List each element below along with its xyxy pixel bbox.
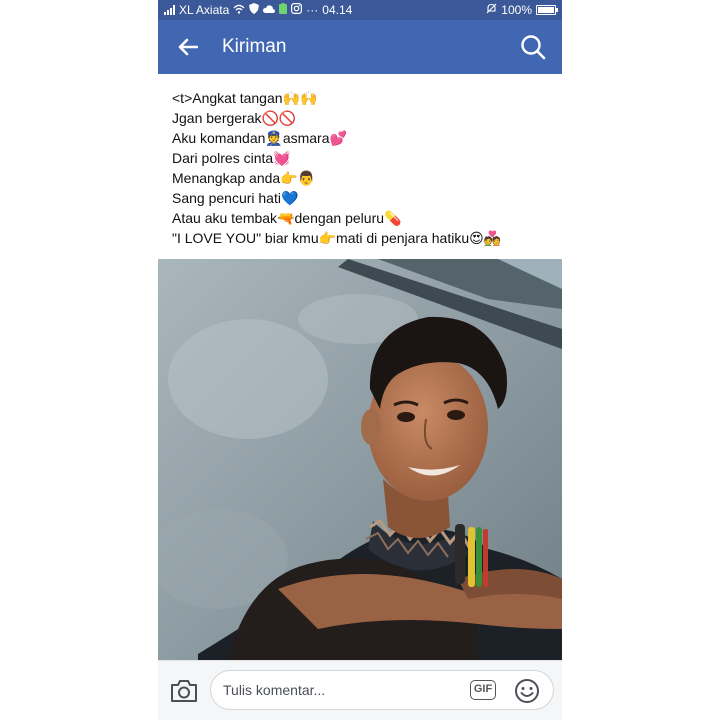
battery-percent: 100% — [501, 3, 532, 17]
gif-button[interactable]: GIF — [470, 680, 496, 700]
post-line: Atau aku tembak🔫dengan peluru💊 — [172, 210, 402, 226]
cloud-icon — [263, 4, 276, 16]
app-bar: Kiriman — [158, 20, 562, 74]
signal-icon — [164, 5, 175, 15]
instagram-icon — [291, 3, 303, 17]
comment-bar: Tulis komentar... GIF — [158, 660, 562, 720]
status-bar: XL Axiata ··· 04.14 100% — [158, 0, 562, 20]
mute-icon — [486, 3, 497, 17]
shield-icon — [249, 3, 260, 17]
post-line: Aku komandan👮asmara💕 — [172, 130, 347, 146]
post-line: Dari polres cinta💓 — [172, 150, 291, 166]
camera-button[interactable] — [170, 678, 198, 704]
photo-illustration — [158, 259, 562, 660]
post-line: Sang pencuri hati💙 — [172, 190, 299, 206]
battery-saver-icon — [279, 3, 288, 17]
post-photo[interactable] — [158, 259, 562, 660]
post-line: Menangkap anda👉👨 — [172, 170, 316, 186]
carrier-label: XL Axiata — [179, 3, 230, 17]
status-left: XL Axiata ··· 04.14 — [164, 3, 352, 17]
wifi-icon — [233, 4, 245, 17]
emoji-button[interactable] — [514, 678, 540, 704]
battery-icon — [536, 5, 558, 15]
search-icon — [521, 35, 546, 60]
status-right: 100% — [486, 3, 558, 17]
post-line: Jgan bergerak🚫🚫 — [172, 110, 297, 126]
back-button[interactable] — [176, 35, 200, 59]
battery-fill — [538, 7, 554, 13]
post-line: <t>Angkat tangan🙌🙌 — [172, 90, 318, 106]
smiley-icon — [515, 679, 539, 703]
arrow-left-icon — [178, 38, 198, 56]
page-title: Kiriman — [222, 36, 287, 57]
more-dots: ··· — [306, 3, 319, 17]
phone-screen: XL Axiata ··· 04.14 100% Kiriman <t>Angk… — [158, 0, 562, 720]
search-button[interactable] — [518, 32, 548, 62]
camera-icon — [171, 680, 197, 702]
post-text: <t>Angkat tangan🙌🙌 Jgan bergerak🚫🚫 Aku k… — [172, 88, 552, 248]
comment-placeholder[interactable]: Tulis komentar... — [223, 682, 325, 698]
clock: 04.14 — [322, 3, 353, 17]
comment-input[interactable]: Tulis komentar... GIF — [210, 670, 554, 710]
post-line: "I LOVE YOU" biar kmu👉mati di penjara ha… — [172, 230, 502, 246]
